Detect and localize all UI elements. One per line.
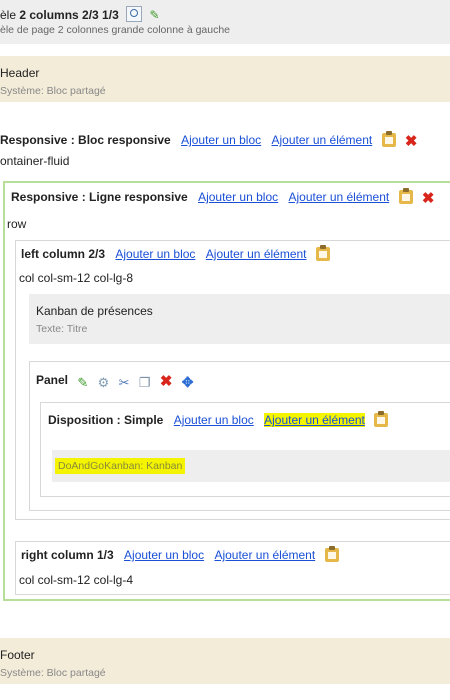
header-block[interactable]: Header Système: Bloc partagé	[0, 56, 450, 102]
clipboard-icon[interactable]	[374, 411, 389, 427]
template-description: èle de page 2 colonnes grande colonne à …	[0, 24, 231, 36]
add-element-link[interactable]: Ajouter un élément	[214, 548, 315, 562]
add-element-link[interactable]: Ajouter un élément	[288, 190, 389, 204]
template-title-row: èle 2 columns 2/3 1/3 ✎	[0, 6, 160, 22]
delete-icon[interactable]: ✖	[160, 372, 173, 390]
responsive-block-header: Responsive : Bloc responsive Ajouter un …	[0, 131, 418, 150]
add-element-link[interactable]: Ajouter un élément	[271, 133, 372, 147]
footer-label: Footer	[0, 648, 35, 662]
panel-title: Panel	[36, 373, 69, 387]
responsive-line-header: Responsive : Ligne responsive Ajouter un…	[11, 188, 435, 207]
footer-block[interactable]: Footer Système: Bloc partagé	[0, 638, 450, 684]
pencil-icon[interactable]: ✎	[149, 8, 159, 22]
template-bar: èle 2 columns 2/3 1/3 ✎ èle de page 2 co…	[0, 0, 450, 44]
clipboard-icon[interactable]	[381, 131, 396, 147]
move-icon[interactable]: ✥	[182, 374, 194, 390]
clipboard-icon[interactable]	[315, 245, 330, 261]
add-block-link[interactable]: Ajouter un bloc	[174, 413, 254, 427]
responsive-line-class: row	[7, 217, 27, 231]
panel-header: Panel ✎ ⚙ ✂ ❐ ✖ ✥	[36, 372, 194, 390]
footer-type: Système: Bloc partagé	[0, 667, 106, 679]
doandgo-kanban-label: DoAndGoKanban: Kanban	[55, 458, 186, 474]
tool-icon[interactable]: ✂	[119, 375, 130, 390]
add-block-link[interactable]: Ajouter un bloc	[181, 133, 261, 147]
gear-icon[interactable]: ⚙	[98, 375, 110, 390]
responsive-line-title: Responsive : Ligne responsive	[11, 190, 188, 204]
kanban-title-type: Texte: Titre	[36, 323, 88, 335]
doandgo-kanban-element[interactable]: DoAndGoKanban: Kanban	[52, 450, 450, 482]
delete-icon[interactable]: ✖	[405, 132, 418, 150]
right-column-header: right column 1/3 Ajouter un bloc Ajouter…	[21, 546, 339, 562]
header-type: Système: Bloc partagé	[0, 85, 106, 97]
clipboard-icon[interactable]	[324, 546, 339, 562]
left-column-title: left column 2/3	[21, 247, 106, 261]
right-column-title: right column 1/3	[21, 548, 114, 562]
template-prefix: èle	[0, 8, 20, 22]
right-column: right column 1/3 Ajouter un bloc Ajouter…	[15, 541, 450, 595]
template-name: 2 columns 2/3 1/3	[19, 8, 119, 22]
add-element-link[interactable]: Ajouter un élément	[264, 413, 365, 427]
pencil-icon[interactable]: ✎	[77, 375, 88, 390]
responsive-block-title: Responsive : Bloc responsive	[0, 133, 171, 147]
kanban-title-element[interactable]: Kanban de présences Texte: Titre	[29, 294, 450, 344]
delete-icon[interactable]: ✖	[422, 189, 435, 207]
responsive-block-class: ontainer-fluid	[0, 154, 70, 168]
copy-icon[interactable]: ❐	[139, 375, 151, 390]
clipboard-icon[interactable]	[398, 188, 413, 204]
add-block-link[interactable]: Ajouter un bloc	[198, 190, 278, 204]
add-element-link[interactable]: Ajouter un élément	[206, 247, 307, 261]
header-label: Header	[0, 66, 40, 80]
right-column-class: col col-sm-12 col-lg-4	[19, 573, 134, 587]
add-block-link[interactable]: Ajouter un bloc	[124, 548, 204, 562]
left-column-class: col col-sm-12 col-lg-8	[19, 271, 134, 285]
search-icon[interactable]	[126, 6, 143, 22]
left-column-header: left column 2/3 Ajouter un bloc Ajouter …	[21, 245, 330, 261]
kanban-title-label: Kanban de présences	[36, 304, 153, 318]
responsive-block: Responsive : Bloc responsive Ajouter un …	[0, 128, 450, 172]
add-block-link[interactable]: Ajouter un bloc	[115, 247, 195, 261]
disposition-title: Disposition : Simple	[48, 413, 164, 427]
disposition-header: Disposition : Simple Ajouter un bloc Ajo…	[48, 411, 389, 427]
